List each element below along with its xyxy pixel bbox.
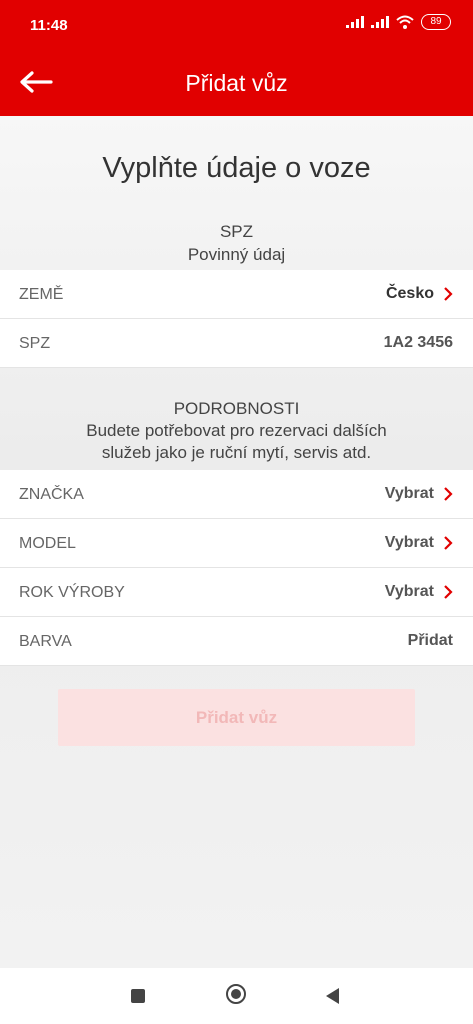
chevron-right-icon [444,487,453,501]
signal-icon [371,16,389,28]
details-section-line1: Budete potřebovat pro rezervaci dalších [86,421,387,440]
spz-section-title: SPZ [219,222,254,241]
recent-apps-icon[interactable] [131,989,145,1003]
color-label: BARVA [19,633,72,650]
spz-row[interactable]: SPZ 1A2 3456 [0,319,473,368]
wifi-icon [396,15,414,29]
color-value: Přidat [407,632,453,649]
year-value: Vybrat [384,583,434,600]
spz-section-subtitle: Povinný údaj [187,245,286,264]
brand-value-wrap: Vybrat [385,485,453,503]
model-value: Vybrat [384,534,434,551]
year-row[interactable]: ROK VÝROBY Vybrat [0,568,473,617]
add-car-form: Vyplňte údaje o voze SPZ Povinný údaj ZE… [0,116,473,968]
page-title: Přidat vůz [185,70,288,96]
year-value-wrap: Vybrat [385,583,453,601]
color-row[interactable]: BARVA Přidat [0,617,473,666]
battery-icon: 89 [421,14,451,30]
country-value-wrap: Česko [386,285,453,303]
details-section-title: PODROBNOSTI [173,399,300,418]
brand-value: Vybrat [384,485,434,502]
app-bar: Přidat vůz [0,50,473,116]
model-row[interactable]: MODEL Vybrat [0,519,473,568]
year-label: ROK VÝROBY [19,584,125,601]
details-section-line2: služeb jako je ruční mytí, servis atd. [101,443,372,462]
status-bar: 11:48 89 [0,0,473,50]
brand-label: ZNAČKA [19,486,84,503]
chevron-right-icon [444,585,453,599]
country-value: Česko [385,285,434,302]
chevron-right-icon [444,287,453,301]
system-nav-bar [0,968,473,1024]
signal-icon [346,16,364,28]
form-heading: Vyplňte údaje o voze [102,152,371,184]
status-time: 11:48 [30,17,68,34]
add-car-button[interactable]: Přidat vůz [58,689,415,746]
back-triangle-icon[interactable] [326,988,339,1004]
home-icon[interactable] [226,984,246,1004]
chevron-right-icon [444,536,453,550]
country-label: ZEMĚ [19,286,64,303]
model-value-wrap: Vybrat [385,534,453,552]
model-label: MODEL [19,535,76,552]
country-row[interactable]: ZEMĚ Česko [0,270,473,319]
spz-value: 1A2 3456 [383,334,453,351]
brand-row[interactable]: ZNAČKA Vybrat [0,470,473,519]
spz-label: SPZ [19,335,51,352]
status-icons: 89 [346,14,451,30]
